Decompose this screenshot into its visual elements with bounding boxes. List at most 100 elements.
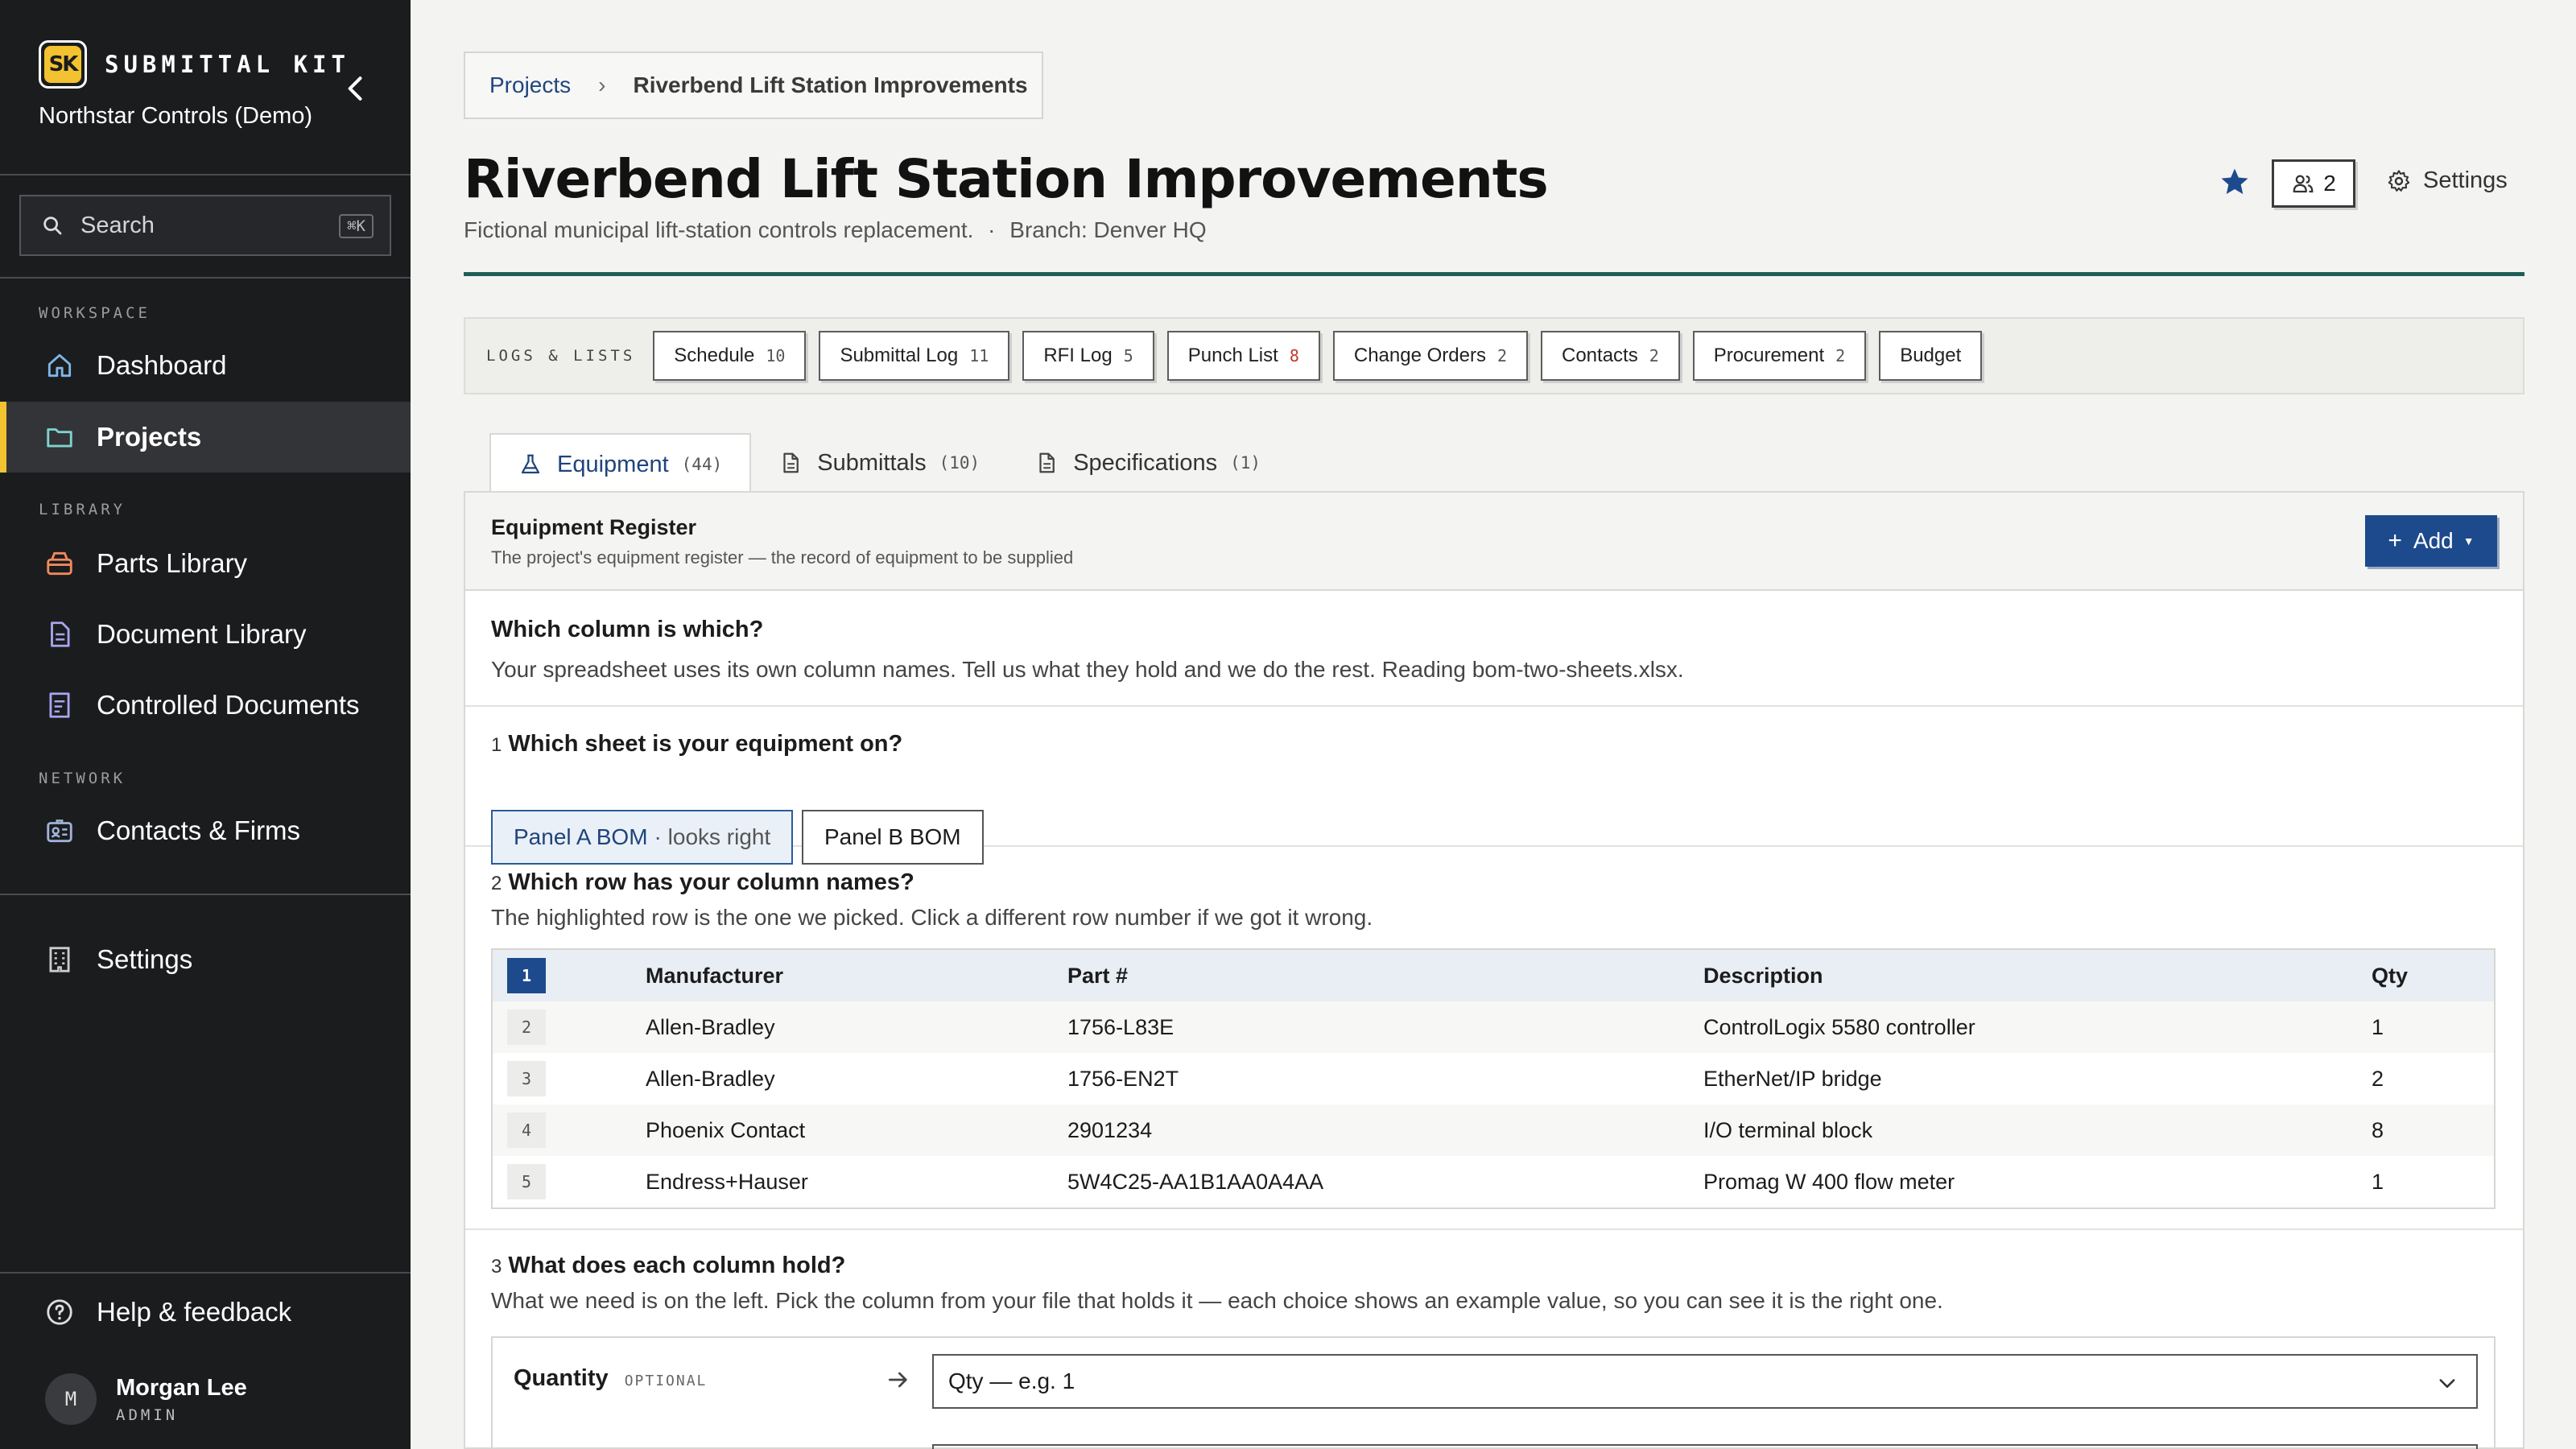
section-label-workspace: WORKSPACE — [39, 304, 151, 322]
sidebar-item-document-library[interactable]: Document Library — [0, 599, 411, 670]
star-icon — [2221, 168, 2248, 195]
users-icon — [2293, 175, 2314, 193]
sidebar-item-label: Controlled Documents — [97, 690, 360, 720]
log-chip-contacts[interactable]: Contacts 2 — [1541, 331, 1680, 381]
brand-name: SUBMITTAL KIT — [105, 51, 350, 78]
logs-lists-label: LOGS & LISTS — [486, 347, 636, 365]
sidebar-item-dashboard[interactable]: Dashboard — [0, 330, 411, 401]
user-menu[interactable]: M Morgan Lee ADMIN — [45, 1373, 247, 1425]
tab-equipment[interactable]: Equipment (44) — [489, 433, 752, 494]
select-value: Qty — e.g. 1 — [948, 1368, 1075, 1393]
row-number-button[interactable]: 4 — [507, 1113, 546, 1148]
row-number-button[interactable]: 3 — [507, 1061, 546, 1096]
favorite-button[interactable] — [2217, 164, 2252, 200]
caret-down-icon: ▼ — [2462, 535, 2475, 547]
table-cell: Phoenix Contact — [646, 1117, 806, 1142]
building-icon — [43, 943, 76, 976]
project-description: Fictional municipal lift-station control… — [464, 217, 974, 242]
table-cell: Manufacturer — [646, 963, 784, 988]
wizard-description: Your spreadsheet uses its own column nam… — [491, 657, 1684, 682]
section-label-library: LIBRARY — [39, 501, 126, 518]
document-icon — [43, 618, 76, 650]
sidebar-item-help[interactable]: Help & feedback — [0, 1277, 411, 1348]
table-cell: I/O terminal block — [1703, 1117, 1873, 1142]
project-subtitle: Fictional municipal lift-station control… — [464, 217, 1207, 243]
breadcrumb-projects-link[interactable]: Projects — [489, 72, 571, 98]
table-cell: Allen-Bradley — [646, 1014, 775, 1039]
next-column-select[interactable] — [932, 1444, 2478, 1449]
breadcrumb-current: Riverbend Lift Station Improvements — [633, 72, 1028, 97]
arrow-right-icon — [889, 1372, 907, 1388]
log-chip-procurement[interactable]: Procurement 2 — [1692, 331, 1867, 381]
log-chip-budget[interactable]: Budget — [1879, 331, 1983, 381]
user-name: Morgan Lee — [116, 1374, 247, 1401]
log-chip-label: Change Orders — [1353, 345, 1486, 366]
sidebar-item-settings[interactable]: Settings — [0, 924, 411, 995]
step-title-text: What does each column hold? — [508, 1253, 846, 1278]
row-number-button[interactable]: 1 — [507, 958, 546, 993]
panel-header: Equipment Register The project's equipme… — [465, 493, 2523, 591]
table-cell: EtherNet/IP bridge — [1703, 1066, 1882, 1091]
sidebar-item-label: Dashboard — [97, 350, 227, 380]
logs-lists-bar: LOGS & LISTS Schedule 10 Submittal Log 11 … — [464, 317, 2524, 394]
row-number-button[interactable]: 5 — [507, 1164, 546, 1199]
spreadsheet-preview: 1 Manufacturer Part # Description Qty 2 … — [491, 948, 2496, 1209]
sidebar-item-label: Contacts & Firms — [97, 815, 301, 845]
log-chip-label: Schedule — [674, 345, 755, 366]
log-chip-count: 10 — [766, 346, 786, 365]
search-input[interactable]: Search ⌘K — [19, 195, 391, 256]
members-count: 2 — [2323, 171, 2336, 196]
home-icon — [43, 349, 76, 382]
quantity-column-select[interactable]: Qty — e.g. 1 — [932, 1354, 2478, 1409]
log-chip-count: 2 — [1835, 346, 1846, 365]
sidebar-item-label: Document Library — [97, 619, 307, 649]
table-row[interactable]: 5 Endress+Hauser 5W4C25-AA1B1AA0A4AA Pro… — [493, 1156, 2494, 1208]
sidebar-divider — [0, 174, 411, 175]
row-number-button[interactable]: 2 — [507, 1009, 546, 1045]
breadcrumb: Projects › Riverbend Lift Station Improv… — [464, 52, 1043, 119]
table-cell: 8 — [2372, 1117, 2384, 1142]
step-title: 1 Which sheet is your equipment on? — [491, 731, 902, 758]
log-chip-rfi-log[interactable]: RFI Log 5 — [1022, 331, 1154, 381]
log-chip-label: Procurement — [1713, 345, 1825, 366]
log-chip-schedule[interactable]: Schedule 10 — [653, 331, 807, 381]
log-chip-submittal-log[interactable]: Submittal Log 11 — [819, 331, 1010, 381]
sidebar-item-projects[interactable]: Projects — [0, 402, 411, 473]
table-cell: Qty — [2372, 963, 2409, 988]
project-settings-button[interactable]: Settings — [2386, 167, 2508, 194]
user-info: Morgan Lee ADMIN — [116, 1375, 247, 1424]
table-cell: ControlLogix 5580 controller — [1703, 1014, 1975, 1039]
log-chip-punch-list[interactable]: Punch List 8 — [1166, 331, 1320, 381]
sidebar-item-controlled-documents[interactable]: Controlled Documents — [0, 670, 411, 741]
table-row[interactable]: 2 Allen-Bradley 1756-L83E ControlLogix 5… — [493, 1001, 2494, 1053]
log-chip-count: 8 — [1289, 346, 1299, 365]
step-description: What we need is on the left. Pick the co… — [491, 1288, 1943, 1313]
collapse-sidebar-button[interactable] — [338, 71, 374, 106]
optional-badge: OPTIONAL — [624, 1373, 708, 1389]
sidebar-item-contacts-firms[interactable]: Contacts & Firms — [0, 795, 411, 866]
members-button[interactable]: 2 — [2272, 159, 2355, 208]
tab-submittals[interactable]: Submittals (10) — [751, 433, 1007, 493]
mapping-field-label: Quantity OPTIONAL — [514, 1365, 707, 1392]
log-chip-label: Submittal Log — [840, 345, 959, 366]
table-cell: Part # — [1067, 963, 1129, 988]
log-chip-count: 2 — [1649, 346, 1659, 365]
sidebar-item-parts-library[interactable]: Parts Library — [0, 528, 411, 599]
table-row[interactable]: 3 Allen-Bradley 1756-EN2T EtherNet/IP br… — [493, 1053, 2494, 1104]
box-icon — [43, 547, 76, 580]
step-title: 3 What does each column hold? — [491, 1253, 845, 1279]
step-number: 2 — [491, 873, 502, 894]
brand[interactable]: SK SUBMITTAL KIT — [39, 40, 350, 89]
tab-specifications[interactable]: Specifications (1) — [1007, 433, 1288, 493]
add-button[interactable]: + Add ▼ — [2365, 515, 2497, 567]
log-chip-change-orders[interactable]: Change Orders 2 — [1332, 331, 1528, 381]
settings-label: Settings — [2423, 167, 2508, 193]
table-cell: Description — [1703, 963, 1823, 988]
sidebar-item-label: Settings — [97, 944, 193, 974]
sidebar-item-label: Help & feedback — [97, 1297, 292, 1327]
register-title: Equipment Register — [491, 515, 697, 539]
log-chip-label: RFI Log — [1043, 345, 1113, 366]
table-cell: 1 — [2372, 1014, 2384, 1039]
table-row[interactable]: 4 Phoenix Contact 2901234 I/O terminal b… — [493, 1104, 2494, 1156]
table-row[interactable]: 1 Manufacturer Part # Description Qty — [493, 950, 2494, 1001]
